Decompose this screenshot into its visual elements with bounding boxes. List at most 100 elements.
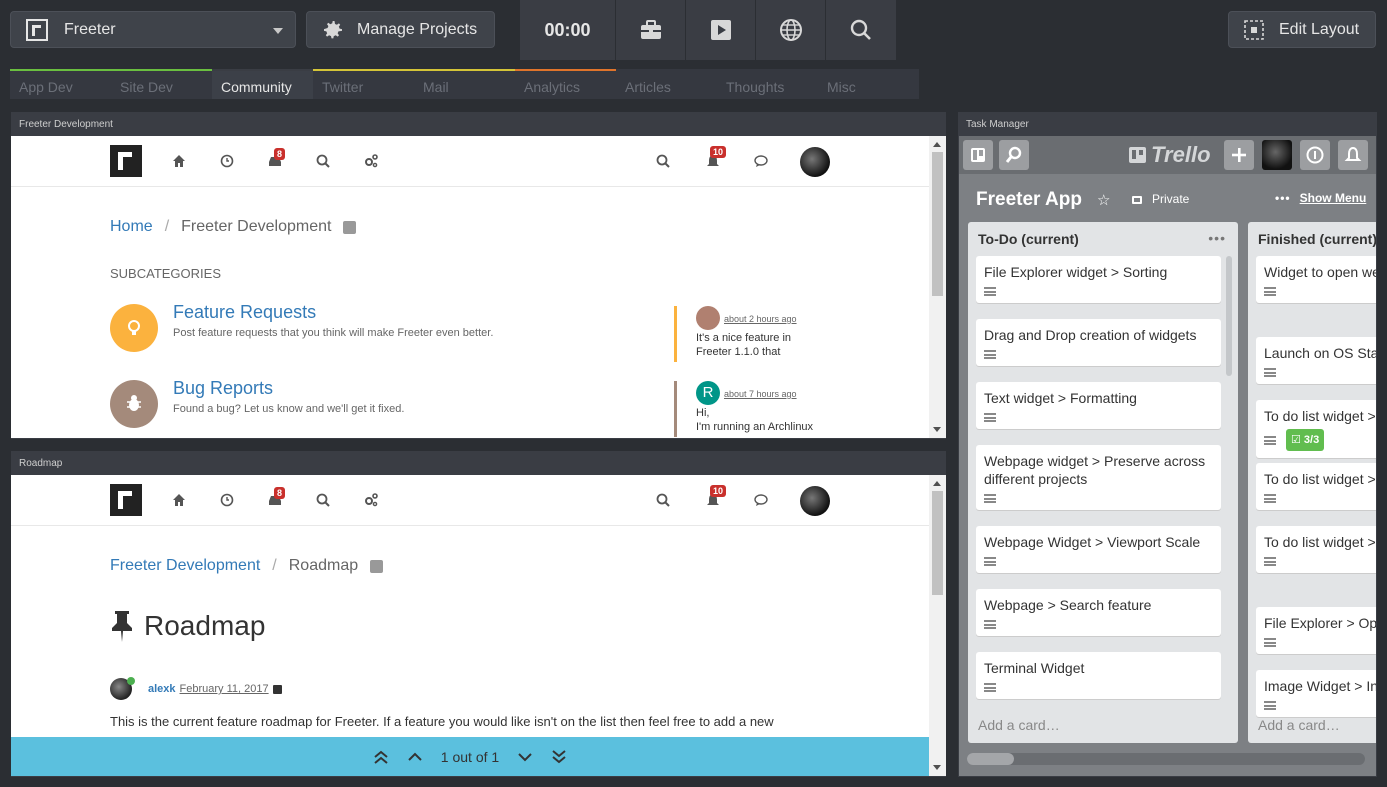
tab-app-dev[interactable]: App Dev — [10, 69, 111, 99]
scroll-up-icon[interactable] — [933, 142, 941, 147]
webpage-view[interactable]: 8 10 Freeter Development / Roadmap Roadm… — [11, 475, 946, 776]
cogs-icon[interactable] — [363, 492, 379, 508]
clock-icon[interactable] — [219, 153, 235, 169]
globe-button[interactable] — [756, 0, 826, 60]
trello-card[interactable]: Text widget > Formatting — [976, 382, 1221, 429]
scroll-thumb[interactable] — [932, 491, 943, 595]
tab-twitter[interactable]: Twitter — [313, 69, 414, 99]
tab-articles[interactable]: Articles — [616, 69, 717, 99]
info-button[interactable] — [1300, 140, 1330, 170]
category-title[interactable]: Feature Requests — [173, 302, 316, 323]
search-icon[interactable] — [655, 492, 671, 508]
star-icon[interactable]: ☆ — [1097, 191, 1110, 209]
vertical-scrollbar[interactable] — [929, 136, 946, 438]
play-button[interactable] — [686, 0, 756, 60]
edit-layout-label: Edit Layout — [1279, 20, 1360, 38]
info-icon — [1306, 146, 1324, 164]
first-match-button[interactable] — [373, 749, 389, 765]
trello-user-avatar[interactable] — [1262, 140, 1292, 170]
search-icon[interactable] — [315, 492, 331, 508]
top-toolbar: Freeter Manage Projects 00:00 Edit Layou… — [0, 0, 1387, 60]
list-scrollbar[interactable] — [1226, 256, 1232, 376]
rss-icon[interactable] — [343, 220, 357, 234]
category-title[interactable]: Bug Reports — [173, 378, 273, 399]
show-menu-button[interactable]: ••• Show Menu — [1275, 191, 1366, 205]
trello-card[interactable]: To do list widget > header — [1256, 526, 1376, 573]
add-card-button[interactable]: Add a card… — [978, 717, 1060, 733]
tab-site-dev[interactable]: Site Dev — [111, 69, 212, 99]
manage-projects-button[interactable]: Manage Projects — [306, 11, 495, 48]
boards-button[interactable] — [963, 140, 993, 170]
trello-card[interactable]: To do list widget > — [1256, 463, 1376, 510]
home-icon[interactable] — [171, 492, 187, 508]
trello-card[interactable]: Drag and Drop creation of widgets — [976, 319, 1221, 366]
scroll-thumb[interactable] — [932, 152, 943, 296]
list-title[interactable]: To-Do (current) — [978, 231, 1079, 247]
layout-icon — [1244, 19, 1264, 40]
add-button[interactable] — [1224, 140, 1254, 170]
scroll-down-icon[interactable] — [933, 427, 941, 432]
trello-card[interactable]: Image Widget > In — [1256, 670, 1376, 717]
chat-icon[interactable] — [753, 153, 769, 169]
trello-logo[interactable]: Trello — [1129, 142, 1211, 168]
scroll-up-icon[interactable] — [933, 481, 941, 486]
author-name[interactable]: alexk — [148, 683, 176, 695]
user-avatar[interactable] — [800, 486, 830, 516]
teaser-avatar[interactable] — [696, 306, 720, 330]
webpage-view[interactable]: 8 10 Home / Freeter Development SUBCATEG… — [11, 136, 946, 438]
tab-analytics[interactable]: Analytics — [515, 69, 616, 99]
trello-card[interactable]: Webpage > Search feature — [976, 589, 1221, 636]
tab-misc[interactable]: Misc — [818, 69, 919, 99]
teaser-time[interactable]: about 7 hours ago — [724, 387, 797, 401]
list-title[interactable]: Finished (current) — [1258, 231, 1376, 247]
trello-card[interactable]: Webpage Widget > Viewport Scale — [976, 526, 1221, 573]
trello-card[interactable]: Terminal Widget — [976, 652, 1221, 699]
breadcrumb-parent[interactable]: Freeter Development — [110, 557, 260, 575]
breadcrumb-home[interactable]: Home — [110, 218, 153, 236]
user-avatar[interactable] — [800, 147, 830, 177]
search-button[interactable] — [826, 0, 897, 60]
teaser-avatar[interactable]: R — [696, 381, 720, 405]
cogs-icon[interactable] — [363, 153, 379, 169]
next-match-button[interactable] — [517, 749, 533, 765]
trello-board[interactable]: Trello Freeter App ☆ Private ••• Show Me… — [959, 136, 1376, 776]
post-date[interactable]: February 11, 2017 — [180, 683, 269, 695]
scroll-down-icon[interactable] — [933, 765, 941, 770]
notifications-button[interactable] — [1338, 140, 1368, 170]
trello-card[interactable]: Widget to open web webbrowser — [1256, 256, 1376, 303]
vertical-scrollbar[interactable] — [929, 475, 946, 776]
chat-icon[interactable] — [753, 492, 769, 508]
search-icon[interactable] — [655, 153, 671, 169]
trello-card[interactable]: Webpage widget > Preserve across differe… — [976, 445, 1221, 510]
trello-card[interactable]: File Explorer widget > Sorting — [976, 256, 1221, 303]
rss-icon[interactable] — [370, 559, 384, 573]
teaser-time[interactable]: about 2 hours ago — [724, 312, 797, 326]
forum-logo-icon[interactable] — [110, 484, 142, 516]
scroll-thumb[interactable] — [967, 753, 1014, 765]
author-avatar[interactable] — [110, 677, 135, 700]
board-horizontal-scrollbar[interactable] — [967, 753, 1365, 765]
trello-card[interactable]: Launch on OS Start — [1256, 337, 1376, 384]
tab-community[interactable]: Community — [212, 69, 313, 99]
forum-logo-icon[interactable] — [110, 145, 142, 177]
timer-button[interactable]: 00:00 — [520, 0, 616, 60]
clock-icon[interactable] — [219, 492, 235, 508]
board-title[interactable]: Freeter App — [976, 189, 1082, 211]
add-card-button[interactable]: Add a card… — [1258, 717, 1340, 733]
trello-card[interactable]: To do list widget > ☑ 3/3 — [1256, 400, 1376, 458]
list-menu-icon[interactable]: ••• — [1208, 230, 1226, 246]
briefcase-button[interactable] — [616, 0, 686, 60]
trello-card[interactable]: File Explorer > Op — [1256, 607, 1376, 654]
last-match-button[interactable] — [551, 749, 567, 765]
edit-layout-button[interactable]: Edit Layout — [1228, 11, 1376, 48]
tab-thoughts[interactable]: Thoughts — [717, 69, 818, 99]
privacy-button[interactable]: Private — [1132, 192, 1189, 206]
tab-mail[interactable]: Mail — [414, 69, 515, 99]
home-icon[interactable] — [171, 153, 187, 169]
card-title: Webpage Widget > Viewport Scale — [984, 534, 1201, 550]
previous-match-button[interactable] — [407, 749, 423, 765]
breadcrumb-current: Freeter Development — [181, 218, 332, 235]
project-select[interactable]: Freeter — [10, 11, 296, 48]
search-icon[interactable] — [315, 153, 331, 169]
trello-search-button[interactable] — [999, 140, 1029, 170]
